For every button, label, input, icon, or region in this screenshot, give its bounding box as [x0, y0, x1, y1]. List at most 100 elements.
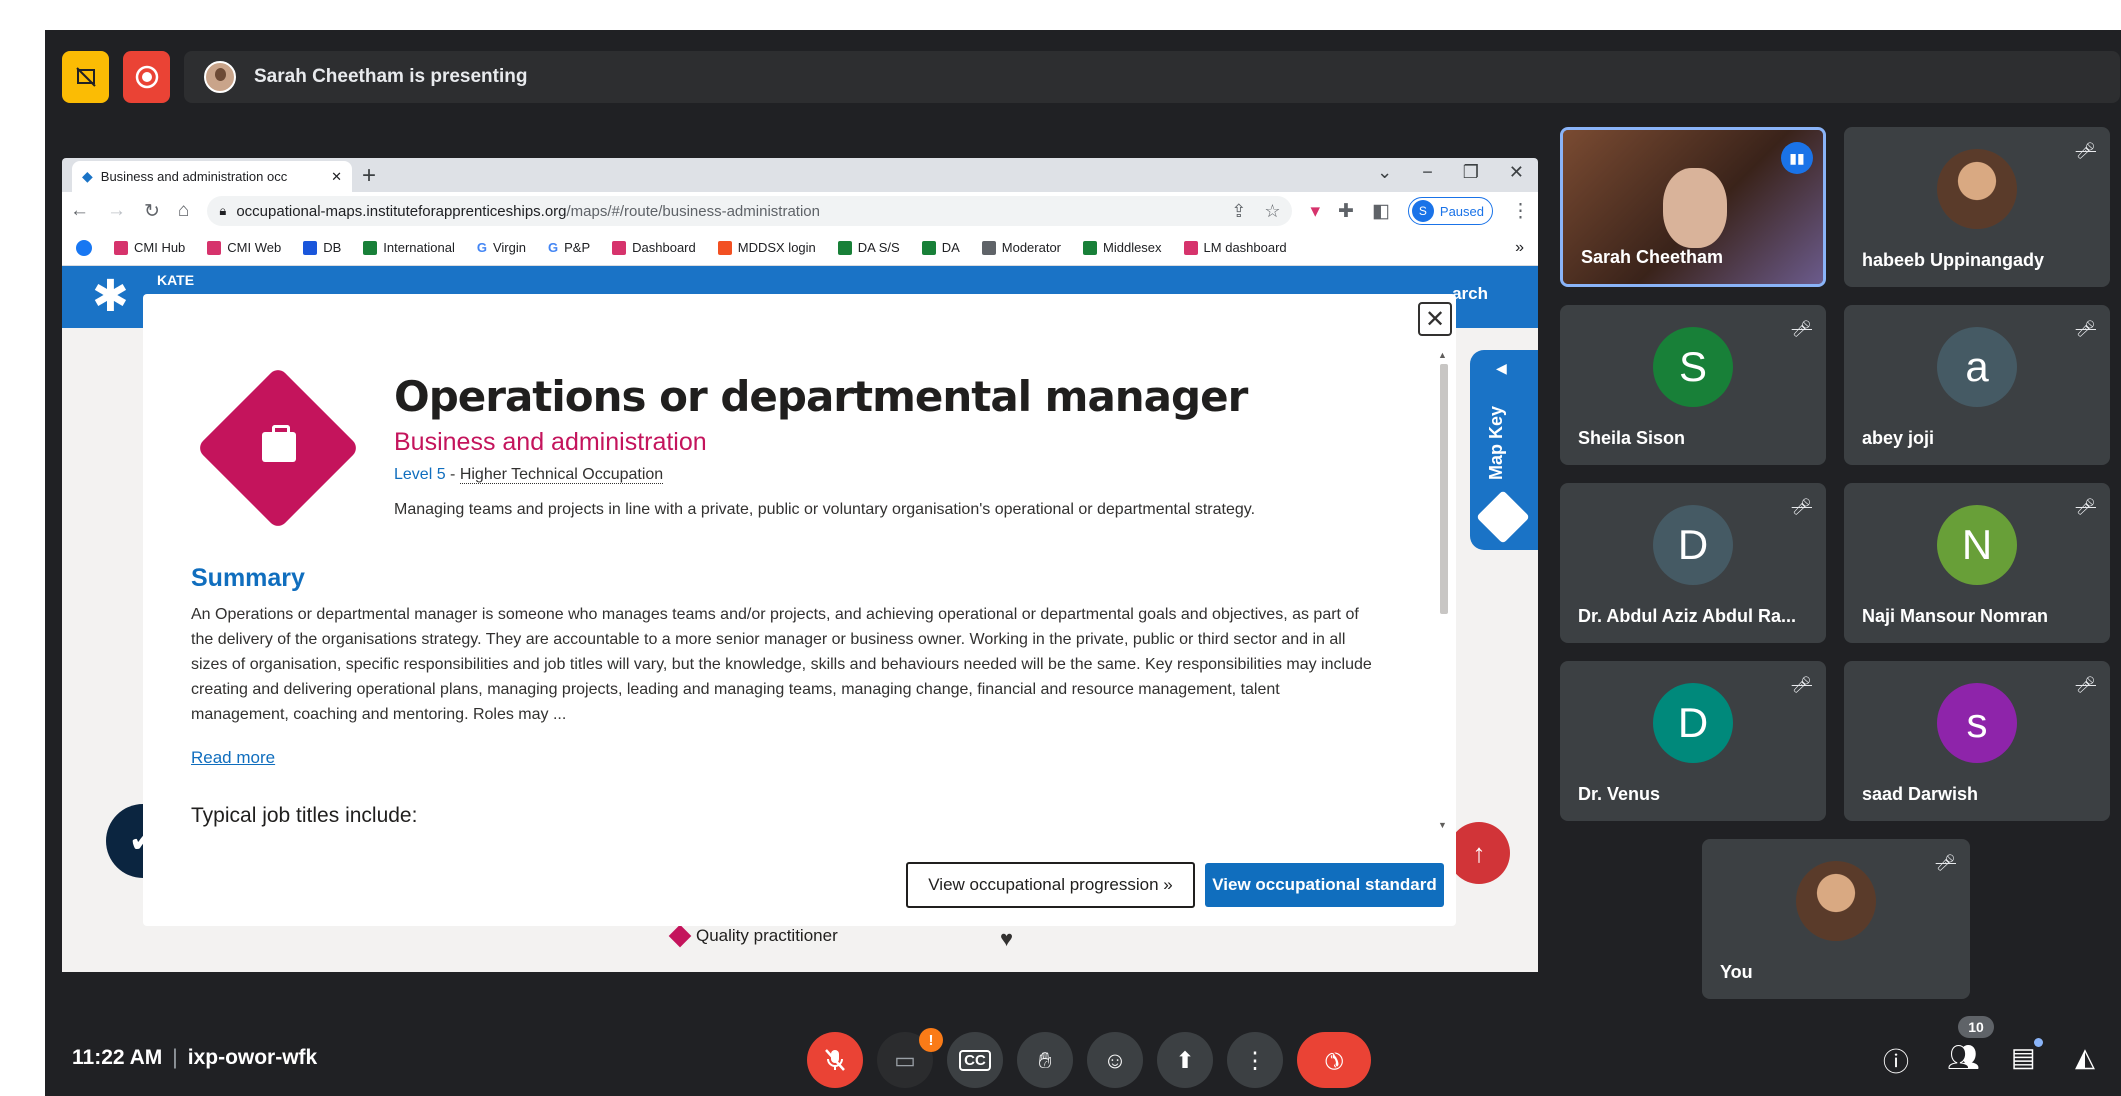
scroll-down-icon[interactable]: ▼ [1438, 820, 1447, 830]
address-bar[interactable]: 🔒︎ occupational-maps.instituteforapprent… [207, 196, 1293, 226]
participant-name: Sheila Sison [1578, 428, 1686, 448]
window-close-icon[interactable]: ✕ [1509, 162, 1524, 183]
modal-close-button[interactable]: ✕ [1418, 302, 1452, 336]
occupation-title: Operations or departmental manager [394, 372, 1248, 421]
more-options-button[interactable]: ⋮ [1227, 1032, 1283, 1088]
participant-name: You [1720, 962, 1753, 982]
browser-menu-icon[interactable]: ⋮ [1511, 200, 1530, 223]
bookmarks-bar: CMI Hub CMI Web DB International G Virgin G P&P… [62, 230, 1538, 266]
present-stop-button[interactable] [62, 51, 109, 103]
browser-tab[interactable]: ◆ Business and administration occ ✕ [72, 161, 352, 192]
captions-button[interactable]: CC [947, 1032, 1003, 1088]
close-icon: ✕ [1424, 305, 1446, 333]
summary-heading: Summary [191, 564, 305, 592]
present-now-button[interactable]: ⬆ [1157, 1032, 1213, 1088]
webpage-content: ✱ KATE arch ◀ Map Key Quality practition… [62, 266, 1538, 972]
participant-name: saad Darwish [1862, 784, 1979, 804]
modal-scrollbar[interactable]: ▲ ▼ [1438, 350, 1450, 830]
bookmark-item[interactable]: International [363, 240, 455, 255]
activities-icon[interactable]: ◭ [2075, 1042, 2095, 1073]
occupation-type[interactable]: Higher Technical Occupation [459, 466, 664, 484]
facebook-icon[interactable] [76, 239, 92, 256]
tab-search-icon[interactable]: ⌄ [1377, 162, 1392, 183]
side-panel-icon[interactable]: ◧ [1372, 200, 1390, 223]
scrollbar-thumb[interactable] [1440, 364, 1448, 614]
background-occupation-item[interactable]: Quality practitioner [668, 924, 838, 948]
bookmark-item[interactable]: Moderator [981, 240, 1061, 255]
bookmark-item[interactable]: MDDSX login [717, 240, 816, 255]
presenting-banner: Sarah Cheetham is presenting [184, 51, 2120, 103]
bookmark-item[interactable]: Middlesex [1083, 240, 1162, 255]
reactions-button[interactable]: ☺ [1087, 1032, 1143, 1088]
view-progression-button[interactable]: View occupational progression » [906, 862, 1195, 908]
minimize-icon[interactable]: − [1422, 162, 1433, 183]
extension-icon[interactable]: ▾ [1310, 200, 1320, 223]
present-stop-icon [75, 67, 96, 87]
bookmark-favicon-icon: G [476, 240, 487, 255]
profile-button[interactable]: S Paused [1407, 197, 1493, 225]
bookmark-item[interactable]: G Virgin [477, 240, 526, 255]
new-tab-button[interactable]: + [362, 162, 376, 190]
bookmark-label: DA [941, 240, 960, 255]
participant-tile[interactable]: D 🎤︎ Dr. Abdul Aziz Abdul Ra... [1560, 483, 1826, 643]
bookmark-item[interactable]: Dashboard [612, 240, 696, 255]
bookmark-list: CMI Hub CMI Web DB International G Virgin G P&P… [114, 240, 1287, 255]
back-icon[interactable]: ← [70, 200, 89, 222]
level-link[interactable]: Level 5 [394, 466, 446, 483]
participant-tile[interactable]: ▮▮ Sarah Cheetham [1560, 127, 1826, 287]
bookmark-item[interactable]: LM dashboard [1183, 240, 1287, 255]
record-button[interactable] [123, 51, 170, 103]
participant-tile[interactable]: a 🎤︎ abey joji [1844, 305, 2110, 465]
bookmark-item[interactable]: DA [921, 240, 960, 255]
home-icon[interactable]: ⌂ [178, 200, 189, 222]
bookmark-item[interactable]: CMI Web [207, 240, 281, 255]
participant-tile[interactable]: s 🎤︎ saad Darwish [1844, 661, 2110, 821]
participant-tile[interactable]: D 🎤︎ Dr. Venus [1560, 661, 1826, 821]
bookmarks-more-icon[interactable]: » [1515, 239, 1524, 257]
participant-avatar: S [1653, 327, 1733, 407]
occupation-marker-icon [668, 924, 692, 948]
map-key-tab[interactable]: ◀ Map Key [1470, 350, 1538, 550]
bookmark-favicon-icon: G [548, 240, 559, 255]
read-more-link[interactable]: Read more [191, 748, 275, 768]
bookmark-item[interactable]: G P&P [548, 240, 590, 255]
shared-browser-window: ◆ Business and administration occ ✕ + ⌄ … [62, 158, 1538, 972]
mic-muted-icon: 🎤︎ [2075, 499, 2096, 516]
microphone-button[interactable] [807, 1032, 863, 1088]
share-icon[interactable]: ⇪ [1231, 201, 1246, 222]
bookmark-item[interactable]: DA S/S [837, 240, 900, 255]
map-key-arrow-icon: ◀ [1496, 360, 1507, 376]
scroll-top-button[interactable]: ↑ [1448, 822, 1510, 884]
participant-name: habeeb Uppinangady [1862, 250, 2045, 270]
leave-call-button[interactable]: ✆ [1297, 1032, 1371, 1088]
mic-muted-icon: 🎤︎ [1935, 855, 1956, 872]
search-link[interactable]: arch [1452, 284, 1488, 304]
bookmark-label: P&P [564, 240, 591, 255]
bookmark-star-icon[interactable]: ☆ [1264, 201, 1280, 222]
people-icon[interactable]: 👥︎ [1947, 1042, 1980, 1073]
summary-text: An Operations or departmental manager is… [191, 606, 1372, 723]
participant-tile[interactable]: S 🎤︎ Sheila Sison [1560, 305, 1826, 465]
meeting-details-icon[interactable]: ⓘ [1883, 1042, 1909, 1079]
participant-avatar [1796, 861, 1876, 941]
raise-hand-button[interactable]: ✋︎ [1017, 1032, 1073, 1088]
bookmark-item[interactable]: CMI Hub [114, 240, 185, 255]
participant-tile[interactable]: N 🎤︎ Naji Mansour Nomran [1844, 483, 2110, 643]
scroll-up-icon[interactable]: ▲ [1438, 350, 1447, 360]
forward-icon[interactable]: → [107, 200, 126, 222]
bookmark-label: International [383, 240, 455, 255]
participant-avatar: D [1653, 505, 1733, 585]
background-occupation-label: Quality practitioner [696, 926, 838, 945]
favourite-heart-icon[interactable]: ♥ [1000, 926, 1013, 952]
view-standard-button[interactable]: View occupational standard [1205, 863, 1444, 907]
participant-tile[interactable]: 🎤︎ You [1702, 839, 1970, 999]
restore-icon[interactable]: ❐ [1463, 162, 1479, 183]
tab-close-icon[interactable]: ✕ [331, 169, 342, 185]
chat-icon[interactable]: ▤ [2011, 1042, 2036, 1073]
participant-tile[interactable]: 🎤︎ habeeb Uppinangady [1844, 127, 2110, 287]
extensions-puzzle-icon[interactable]: ✚ [1338, 200, 1354, 223]
camera-button[interactable]: ▭ ! [877, 1028, 943, 1088]
reload-icon[interactable]: ↻ [144, 200, 160, 223]
map-key-label: Map Key [1486, 405, 1506, 480]
bookmark-item[interactable]: DB [303, 240, 341, 255]
